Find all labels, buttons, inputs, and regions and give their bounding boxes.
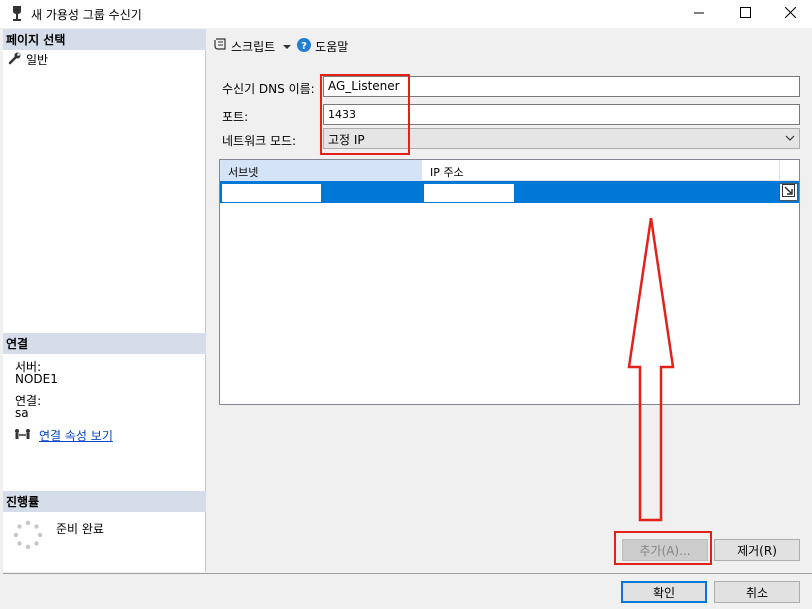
maximize-icon	[739, 7, 751, 21]
server-value: NODE1	[15, 372, 58, 386]
network-mode-label: 네트워크 모드:	[222, 134, 297, 148]
ip-address-cell-input[interactable]	[424, 184, 514, 202]
column-header-subnet[interactable]: 서브넷	[220, 160, 422, 181]
script-button[interactable]: 스크립트	[212, 37, 292, 56]
column-header-ip-address[interactable]: IP 주소	[422, 160, 780, 181]
expand-arrow-icon	[782, 184, 795, 200]
progress-header: 진행률	[3, 491, 206, 512]
title-bar: 새 가용성 그룹 수신기	[0, 0, 812, 28]
connection-value: sa	[15, 406, 29, 420]
connection-properties-icon	[13, 428, 33, 443]
annotation-box-fields	[320, 74, 410, 155]
minimize-button[interactable]	[676, 0, 722, 28]
dns-name-label: 수신기 DNS 이름:	[222, 82, 315, 96]
sidebar-item-general[interactable]: 일반	[8, 50, 128, 68]
port-label: 포트:	[222, 110, 249, 124]
ip-address-grid[interactable]: 서브넷 IP 주소	[219, 159, 800, 405]
svg-text:?: ?	[301, 41, 307, 52]
view-connection-properties-label: 연결 속성 보기	[39, 429, 113, 443]
progress-spinner-icon	[13, 520, 43, 550]
close-icon	[784, 6, 796, 21]
table-row[interactable]	[220, 181, 799, 203]
page-select-header: 페이지 선택	[3, 29, 206, 50]
divider	[3, 573, 812, 574]
grid-header: 서브넷 IP 주소	[220, 160, 799, 181]
toolbar: 스크립트 ? 도움말	[212, 36, 348, 56]
row-edit-button[interactable]	[779, 183, 798, 201]
left-panel: 페이지 선택 일반 연결 서버: NODE1 연결: sa 연결 속성 보기 진…	[3, 29, 206, 572]
annotation-box-add	[614, 531, 712, 565]
annotation-arrow	[627, 217, 675, 522]
wrench-icon	[8, 51, 22, 68]
help-icon: ?	[297, 37, 312, 55]
remove-button[interactable]: 제거(R)	[714, 539, 800, 561]
annotation-arrow-shape	[627, 217, 675, 522]
sidebar-item-label: 일반	[26, 52, 49, 67]
help-button[interactable]: ? 도움말	[297, 37, 349, 55]
chevron-down-icon	[283, 39, 292, 53]
script-icon	[212, 37, 228, 56]
window-title: 새 가용성 그룹 수신기	[31, 8, 142, 22]
cancel-button[interactable]: 취소	[714, 581, 800, 603]
ok-button[interactable]: 확인	[621, 581, 707, 603]
close-button[interactable]	[767, 0, 812, 28]
subnet-cell-input[interactable]	[222, 184, 321, 202]
connection-header: 연결	[3, 333, 206, 354]
script-label: 스크립트	[231, 39, 276, 54]
maximize-button[interactable]	[722, 0, 768, 28]
view-connection-properties-link[interactable]: 연결 속성 보기	[13, 427, 113, 444]
database-server-icon	[9, 5, 25, 23]
minimize-icon	[693, 7, 705, 21]
progress-status: 준비 완료	[56, 522, 104, 536]
chevron-down-icon	[785, 132, 795, 146]
help-label: 도움말	[315, 39, 349, 54]
